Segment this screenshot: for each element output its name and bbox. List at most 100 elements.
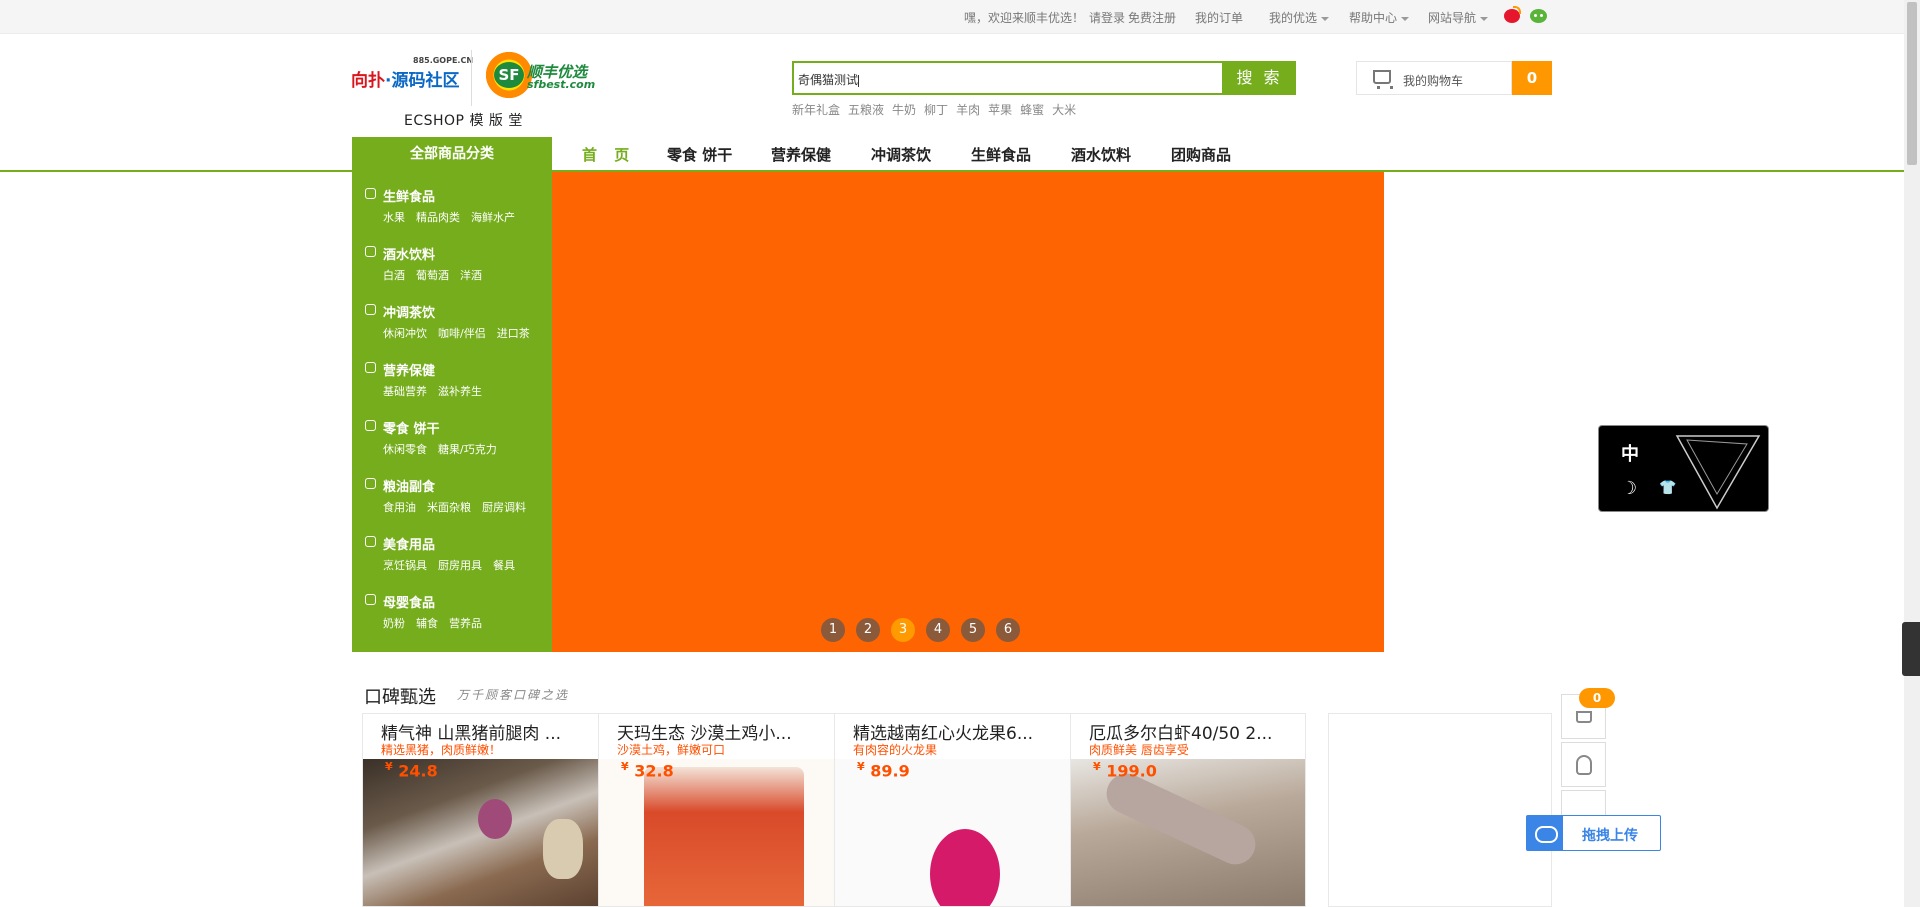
category-item-fresh[interactable]: 生鲜食品 水果 精品肉类 海鲜水产	[352, 172, 552, 230]
category-item-tea[interactable]: 冲调茶饮 休闲冲饮 咖啡/伴侣 进口茶	[352, 288, 552, 346]
logo-blue-text: ·源码社区	[385, 71, 460, 91]
my-orders-link[interactable]: 我的订单	[1195, 9, 1243, 26]
subcategory-link[interactable]: 餐具	[493, 559, 515, 572]
wechat-icon[interactable]	[1530, 9, 1547, 23]
subcategory-link[interactable]: 奶粉	[383, 617, 405, 630]
category-title[interactable]: 生鲜食品	[383, 186, 435, 205]
hot-word[interactable]: 蜂蜜	[1020, 103, 1044, 117]
sf-brand-url: sfbest.com	[527, 78, 596, 91]
dragonfruit-product-image[interactable]	[835, 759, 1070, 906]
banner-page-dot[interactable]: 1	[821, 618, 845, 642]
subcategory-link[interactable]: 休闲冲饮	[383, 327, 427, 340]
cart-count-badge[interactable]: 0	[1512, 61, 1552, 95]
subcategory-link[interactable]: 白酒	[383, 269, 405, 282]
subcategory-link[interactable]: 精品肉类	[416, 211, 460, 224]
currency-symbol: ¥	[385, 760, 393, 773]
subcategory-link[interactable]: 滋补养生	[438, 385, 482, 398]
category-item-wine[interactable]: 酒水饮料 白酒 葡萄酒 洋酒	[352, 230, 552, 288]
language-indicator[interactable]: 中	[1621, 440, 1639, 466]
category-item-health[interactable]: 营养保健 基础营养 滋补养生	[352, 346, 552, 404]
cart-button[interactable]: 我的购物车	[1356, 61, 1512, 95]
category-title[interactable]: 营养保健	[383, 360, 435, 379]
subcategory-link[interactable]: 糖果/巧克力	[438, 443, 497, 456]
category-item-kitchen[interactable]: 美食用品 烹饪锅具 厨房用具 餐具	[352, 520, 552, 578]
banner-page-dot[interactable]: 6	[996, 618, 1020, 642]
banner-page-dot[interactable]: 4	[926, 618, 950, 642]
nav-item-groupbuy[interactable]: 团购商品	[1171, 144, 1231, 165]
sf-mark: SF	[494, 62, 524, 88]
nav-item-drinks[interactable]: 冲调茶饮	[871, 144, 931, 165]
upload-button[interactable]: 拖拽上传	[1526, 815, 1661, 851]
category-title[interactable]: 粮油副食	[383, 476, 435, 495]
subcategory-link[interactable]: 厨房用具	[438, 559, 482, 572]
product-card[interactable]: 精气神 山黑猪前腿肉 ... 精选黑猪，肉质鲜嫩！ ¥ 24.8	[362, 713, 598, 907]
banner-page-dot[interactable]: 2	[856, 618, 880, 642]
banner-page-dot-active[interactable]: 3	[891, 618, 915, 642]
all-categories-button[interactable]: 全部商品分类	[352, 137, 552, 172]
hot-word[interactable]: 牛奶	[892, 103, 916, 117]
hot-word[interactable]: 大米	[1052, 103, 1076, 117]
subcategory-link[interactable]: 米面杂粮	[427, 501, 471, 514]
subcategory-link[interactable]: 休闲零食	[383, 443, 427, 456]
edge-widget-handle[interactable]	[1902, 622, 1920, 676]
nav-item-home[interactable]: 首 页	[582, 144, 635, 165]
nav-item-health[interactable]: 营养保健	[771, 144, 831, 165]
floating-input-widget[interactable]: 中 ☽ 👕	[1598, 425, 1769, 512]
search-value: 奇偶猫测试	[798, 73, 859, 87]
product-card[interactable]: 厄瓜多尔白虾40/50 2... 肉质鲜美 唇齿享受 ¥ 199.0	[1070, 713, 1306, 907]
category-item-snacks[interactable]: 零食 饼干 休闲零食 糖果/巧克力	[352, 404, 552, 462]
hot-word[interactable]: 苹果	[988, 103, 1012, 117]
category-title[interactable]: 冲调茶饮	[383, 302, 435, 321]
subcategory-link[interactable]: 烹饪锅具	[383, 559, 427, 572]
hero-banner[interactable]	[552, 172, 1384, 652]
hot-word[interactable]: 五粮液	[848, 103, 884, 117]
product-card[interactable]: 精选越南红心火龙果6... 有肉容的火龙果 ¥ 89.9	[834, 713, 1070, 907]
search-button[interactable]: 搜 索	[1223, 61, 1296, 95]
side-tool-button[interactable]	[1561, 790, 1606, 818]
subcategory-link[interactable]: 基础营养	[383, 385, 427, 398]
search-input[interactable]: 奇偶猫测试	[792, 61, 1224, 95]
chevron-down-icon	[1401, 16, 1410, 21]
pork-product-image[interactable]	[363, 759, 598, 906]
category-title[interactable]: 美食用品	[383, 534, 435, 553]
subcategory-link[interactable]: 进口茶	[497, 327, 530, 340]
subcategory-link[interactable]: 洋酒	[460, 269, 482, 282]
hot-word[interactable]: 柳丁	[924, 103, 948, 117]
subcategory-link[interactable]: 辅食	[416, 617, 438, 630]
category-subs: 烹饪锅具 厨房用具 餐具	[383, 557, 526, 573]
scrollbar-thumb[interactable]	[1907, 2, 1917, 165]
login-link[interactable]: 请登录	[1089, 9, 1125, 26]
category-title[interactable]: 母婴食品	[383, 592, 435, 611]
my-sf-menu[interactable]: 我的优选	[1269, 9, 1330, 26]
banner-page-dot[interactable]: 5	[961, 618, 985, 642]
moon-icon[interactable]: ☽	[1621, 478, 1637, 499]
subcategory-link[interactable]: 水果	[383, 211, 405, 224]
nav-item-snacks[interactable]: 零食 饼干	[667, 144, 732, 165]
site-nav-menu[interactable]: 网站导航	[1428, 9, 1489, 26]
help-menu[interactable]: 帮助中心	[1349, 9, 1410, 26]
shrimp-product-image[interactable]	[1071, 759, 1305, 906]
community-logo[interactable]: 向扑·源码社区	[351, 66, 459, 91]
nav-item-wine[interactable]: 酒水饮料	[1071, 144, 1131, 165]
register-link[interactable]: 免费注册	[1128, 9, 1176, 26]
subcategory-link[interactable]: 海鲜水产	[471, 211, 515, 224]
subcategory-link[interactable]: 厨房调料	[482, 501, 526, 514]
weibo-icon[interactable]	[1504, 6, 1521, 23]
category-title[interactable]: 酒水饮料	[383, 244, 435, 263]
chicken-product-image[interactable]	[599, 759, 834, 906]
category-title[interactable]: 零食 饼干	[383, 418, 440, 437]
subcategory-link[interactable]: 葡萄酒	[416, 269, 449, 282]
subcategory-link[interactable]: 咖啡/伴侣	[438, 327, 486, 340]
category-subs: 水果 精品肉类 海鲜水产	[383, 209, 526, 225]
hot-word[interactable]: 羊肉	[956, 103, 980, 117]
subcategory-link[interactable]: 营养品	[449, 617, 482, 630]
subcategory-link[interactable]: 食用油	[383, 501, 416, 514]
category-item-grain[interactable]: 粮油副食 食用油 米面杂粮 厨房调料	[352, 462, 552, 520]
category-item-baby[interactable]: 母婴食品 奶粉 辅食 营养品	[352, 578, 552, 636]
side-history-button[interactable]	[1561, 742, 1606, 787]
product-card[interactable]: 天玛生态 沙漠土鸡小... 沙漠土鸡，鲜嫩可口 ¥ 32.8	[598, 713, 834, 907]
hot-word[interactable]: 新年礼盒	[792, 103, 840, 117]
shrimp-shape	[1100, 767, 1262, 871]
nav-item-fresh[interactable]: 生鲜食品	[971, 144, 1031, 165]
site-nav-label: 网站导航	[1428, 11, 1477, 25]
